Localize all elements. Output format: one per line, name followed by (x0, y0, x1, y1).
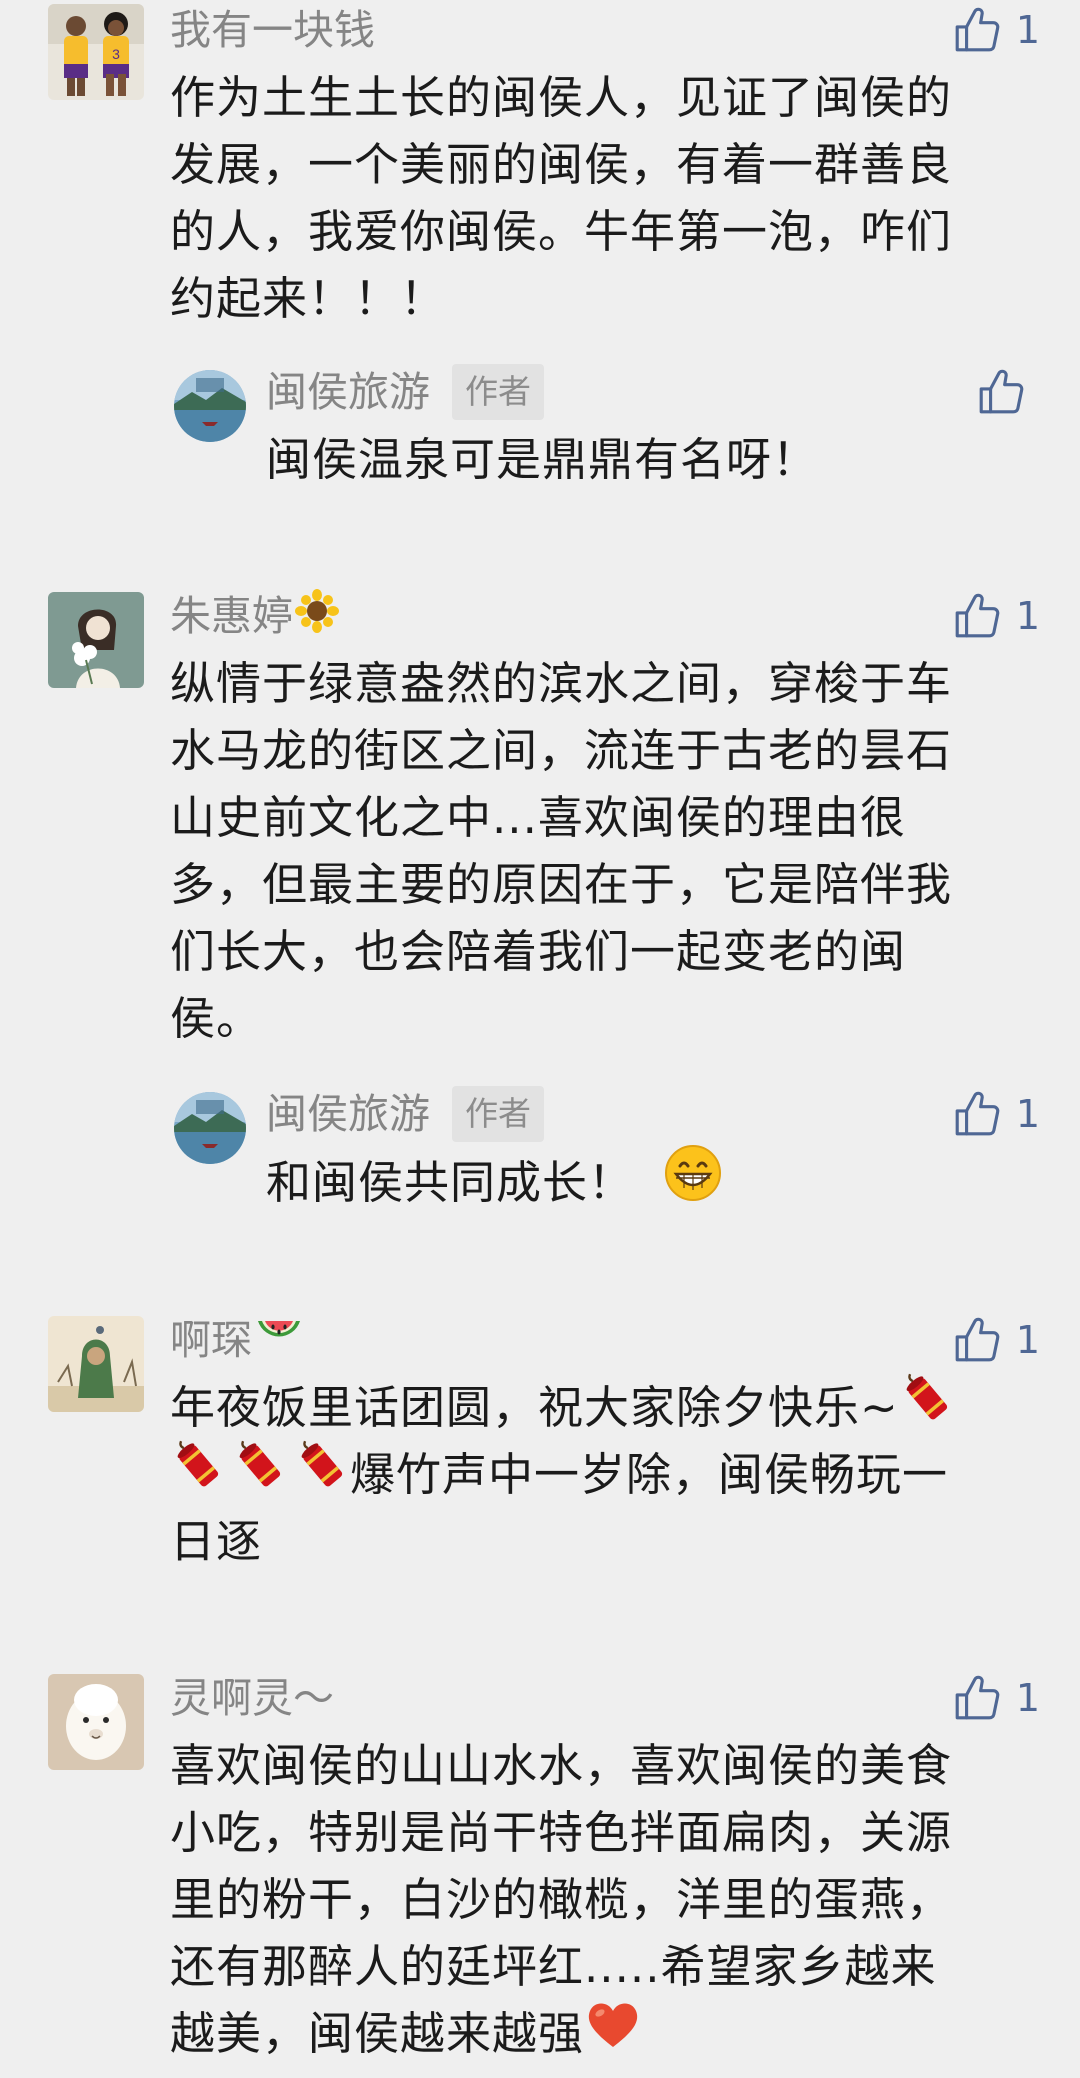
comment-text-line: 多，但最主要的原因在于，它是陪伴我 (170, 858, 953, 911)
thumbs-up-icon (952, 1089, 1002, 1139)
comment-text-line: 约起来！！！ (170, 272, 447, 325)
lake-scenery-avatar (174, 1092, 246, 1164)
comment-text-line: 喜欢闽侯的山山水水，喜欢闽侯的美食 (170, 1739, 953, 1792)
like-count: 1 (1015, 1318, 1040, 1362)
firecracker-icon (899, 1370, 955, 1426)
author-badge: 作者 (452, 1086, 544, 1142)
comment-text-line: 小吃，特别是尚干特色拌面扁肉，关源 (170, 1806, 953, 1859)
sunflower-icon (295, 589, 339, 633)
reply-nickname-text: 闽侯旅游 (266, 1090, 430, 1138)
watermelon-emoji (254, 1313, 304, 1373)
comment-text-line: 作为土生土长的闽侯人，见证了闽侯的 (170, 71, 953, 124)
avatar[interactable] (48, 1316, 144, 1412)
like-count: 1 (1015, 1092, 1040, 1136)
white-alpaca-avatar (48, 1674, 144, 1770)
svg-text:3: 3 (112, 46, 120, 62)
thumbs-up-icon (976, 367, 1026, 417)
comment-text-line: 侯。 (170, 992, 263, 1045)
avatar[interactable] (174, 1092, 246, 1164)
comment-text-line: 日逐 (170, 1515, 263, 1568)
firecracker-icon (294, 1437, 350, 1493)
comment-text-line: 的人，我爱你闽侯。牛年第一泡，咋们 (170, 205, 953, 258)
author-badge: 作者 (452, 364, 544, 420)
comment-text-line: 山史前文化之中...喜欢闽侯的理由很 (170, 791, 906, 844)
firecracker-emoji (232, 1437, 288, 1511)
comment-text-line: 们长大，也会陪着我们一起变老的闽 (170, 925, 907, 978)
like-button[interactable]: 1 (952, 4, 1040, 56)
reply-nickname-text: 闽侯旅游 (266, 368, 430, 416)
red-heart-icon (588, 2003, 638, 2047)
comment-nickname: 朱惠婷 (170, 586, 339, 646)
avatar[interactable]: 3 (48, 4, 144, 100)
green-hooded-figure-avatar (48, 1316, 144, 1412)
comment-text-line: 纵情于绿意盎然的滨水之间，穿梭于车 (170, 657, 953, 710)
thumbs-up-icon (952, 1315, 1002, 1365)
reply-nickname: 闽侯旅游 作者 (266, 1084, 544, 1144)
comment-nickname-text: 朱惠婷 (170, 592, 293, 640)
reply-text-line: 闽侯温泉可是鼎鼎有名呀！ (266, 433, 819, 486)
like-button[interactable]: 1 (952, 1088, 1040, 1140)
avatar[interactable] (174, 370, 246, 442)
avatar[interactable] (48, 592, 144, 688)
grinning-face-emoji (664, 1144, 722, 1220)
like-button[interactable]: 1 (952, 1314, 1040, 1366)
thumbs-up-icon (952, 1673, 1002, 1723)
comment-item: 灵啊灵～ 1 喜欢闽侯的山山水水，喜欢闽侯的美食 小吃，特别是尚干特色拌面扁肉，… (0, 1668, 1080, 2078)
comment-item: 啊琛 1 年夜饭里话团圆，祝大家除夕快乐~ 爆竹声中一岁除，闽侯畅玩一 日逐 (0, 1310, 1080, 1610)
comment-nickname: 啊琛 (170, 1310, 304, 1370)
comment-text: 作为土生土长的闽侯人，见证了闽侯的 发展，一个美丽的闽侯，有着一群善良 的人，我… (170, 64, 1020, 332)
comment-nickname: 我有一块钱 (170, 6, 375, 54)
watermelon-icon (258, 1321, 300, 1337)
reply-text: 和闽侯共同成长！ (266, 1145, 1026, 1215)
comment-item: 朱惠婷 1 纵情于绿意盎然的滨水之间，穿梭于车 水马龙的街区之间，流连于古老的昙… (0, 586, 1080, 1226)
reply-text-content: 和闽侯共同成长！ (266, 1156, 635, 1209)
grinning-face-icon (665, 1145, 722, 1201)
comment-text: 喜欢闽侯的山山水水，喜欢闽侯的美食 小吃，特别是尚干特色拌面扁肉，关源 里的粉干… (170, 1732, 1020, 2067)
comment-text-line: 还有那醉人的廷坪红.....希望家乡越来 (170, 1940, 937, 1993)
firecracker-emoji (294, 1437, 350, 1511)
lake-scenery-avatar (174, 370, 246, 442)
comment-text-line: 越美，闽侯越来越强 (170, 2000, 1020, 2067)
comment-text: 纵情于绿意盎然的滨水之间，穿梭于车 水马龙的街区之间，流连于古老的昙石 山史前文… (170, 650, 1020, 1052)
avatar[interactable] (48, 1674, 144, 1770)
comment-text-line: 年夜饭里话团圆，祝大家除夕快乐~ (170, 1374, 1020, 1441)
comment-text-line: 里的粉干，白沙的橄榄，洋里的蛋燕， (170, 1873, 953, 1926)
like-count: 1 (1015, 8, 1040, 52)
comment-text-segment: 年夜饭里话团圆，祝大家除夕快乐~ (170, 1381, 899, 1434)
sunflower-emoji (295, 589, 339, 649)
comment-text-segment: 越美，闽侯越来越强 (170, 2007, 585, 2060)
comment-nickname-text: 啊琛 (170, 1316, 252, 1364)
comment-text-line: 发展，一个美丽的闽侯，有着一群善良 (170, 138, 953, 191)
firecracker-emoji (899, 1370, 955, 1444)
comment-text-segment: 爆竹声中一岁除，闽侯畅玩一 (350, 1448, 949, 1501)
thumbs-up-icon (952, 5, 1002, 55)
like-count: 1 (1015, 594, 1040, 638)
comment-nickname: 灵啊灵～ (170, 1674, 334, 1722)
like-button[interactable]: 1 (952, 1672, 1040, 1724)
firecracker-icon (232, 1437, 288, 1493)
like-button[interactable] (976, 366, 1040, 418)
comment-text-line: 水马龙的街区之间，流连于古老的昙石 (170, 724, 953, 777)
firecracker-icon (170, 1437, 226, 1493)
comment-text-line: 爆竹声中一岁除，闽侯畅玩一 (170, 1441, 1020, 1508)
reply-nickname: 闽侯旅游 作者 (266, 362, 544, 422)
reply-text-line: 和闽侯共同成长！ (266, 1145, 1026, 1215)
comment-item: 3 我有一块钱 1 作为土生土长的闽侯人，见证了闽侯的 发展，一个美丽的闽侯，有… (0, 0, 1080, 486)
like-button[interactable]: 1 (952, 590, 1040, 642)
reply-text: 闽侯温泉可是鼎鼎有名呀！ (266, 426, 1026, 493)
firecracker-emoji (170, 1437, 226, 1511)
two-basketball-players-avatar: 3 (48, 4, 144, 100)
comment-text: 年夜饭里话团圆，祝大家除夕快乐~ 爆竹声中一岁除，闽侯畅玩一 日逐 (170, 1374, 1020, 1575)
girl-with-flowers-avatar (48, 592, 144, 688)
like-count: 1 (1015, 1676, 1040, 1720)
thumbs-up-icon (952, 591, 1002, 641)
red-heart-emoji (584, 1997, 642, 2069)
